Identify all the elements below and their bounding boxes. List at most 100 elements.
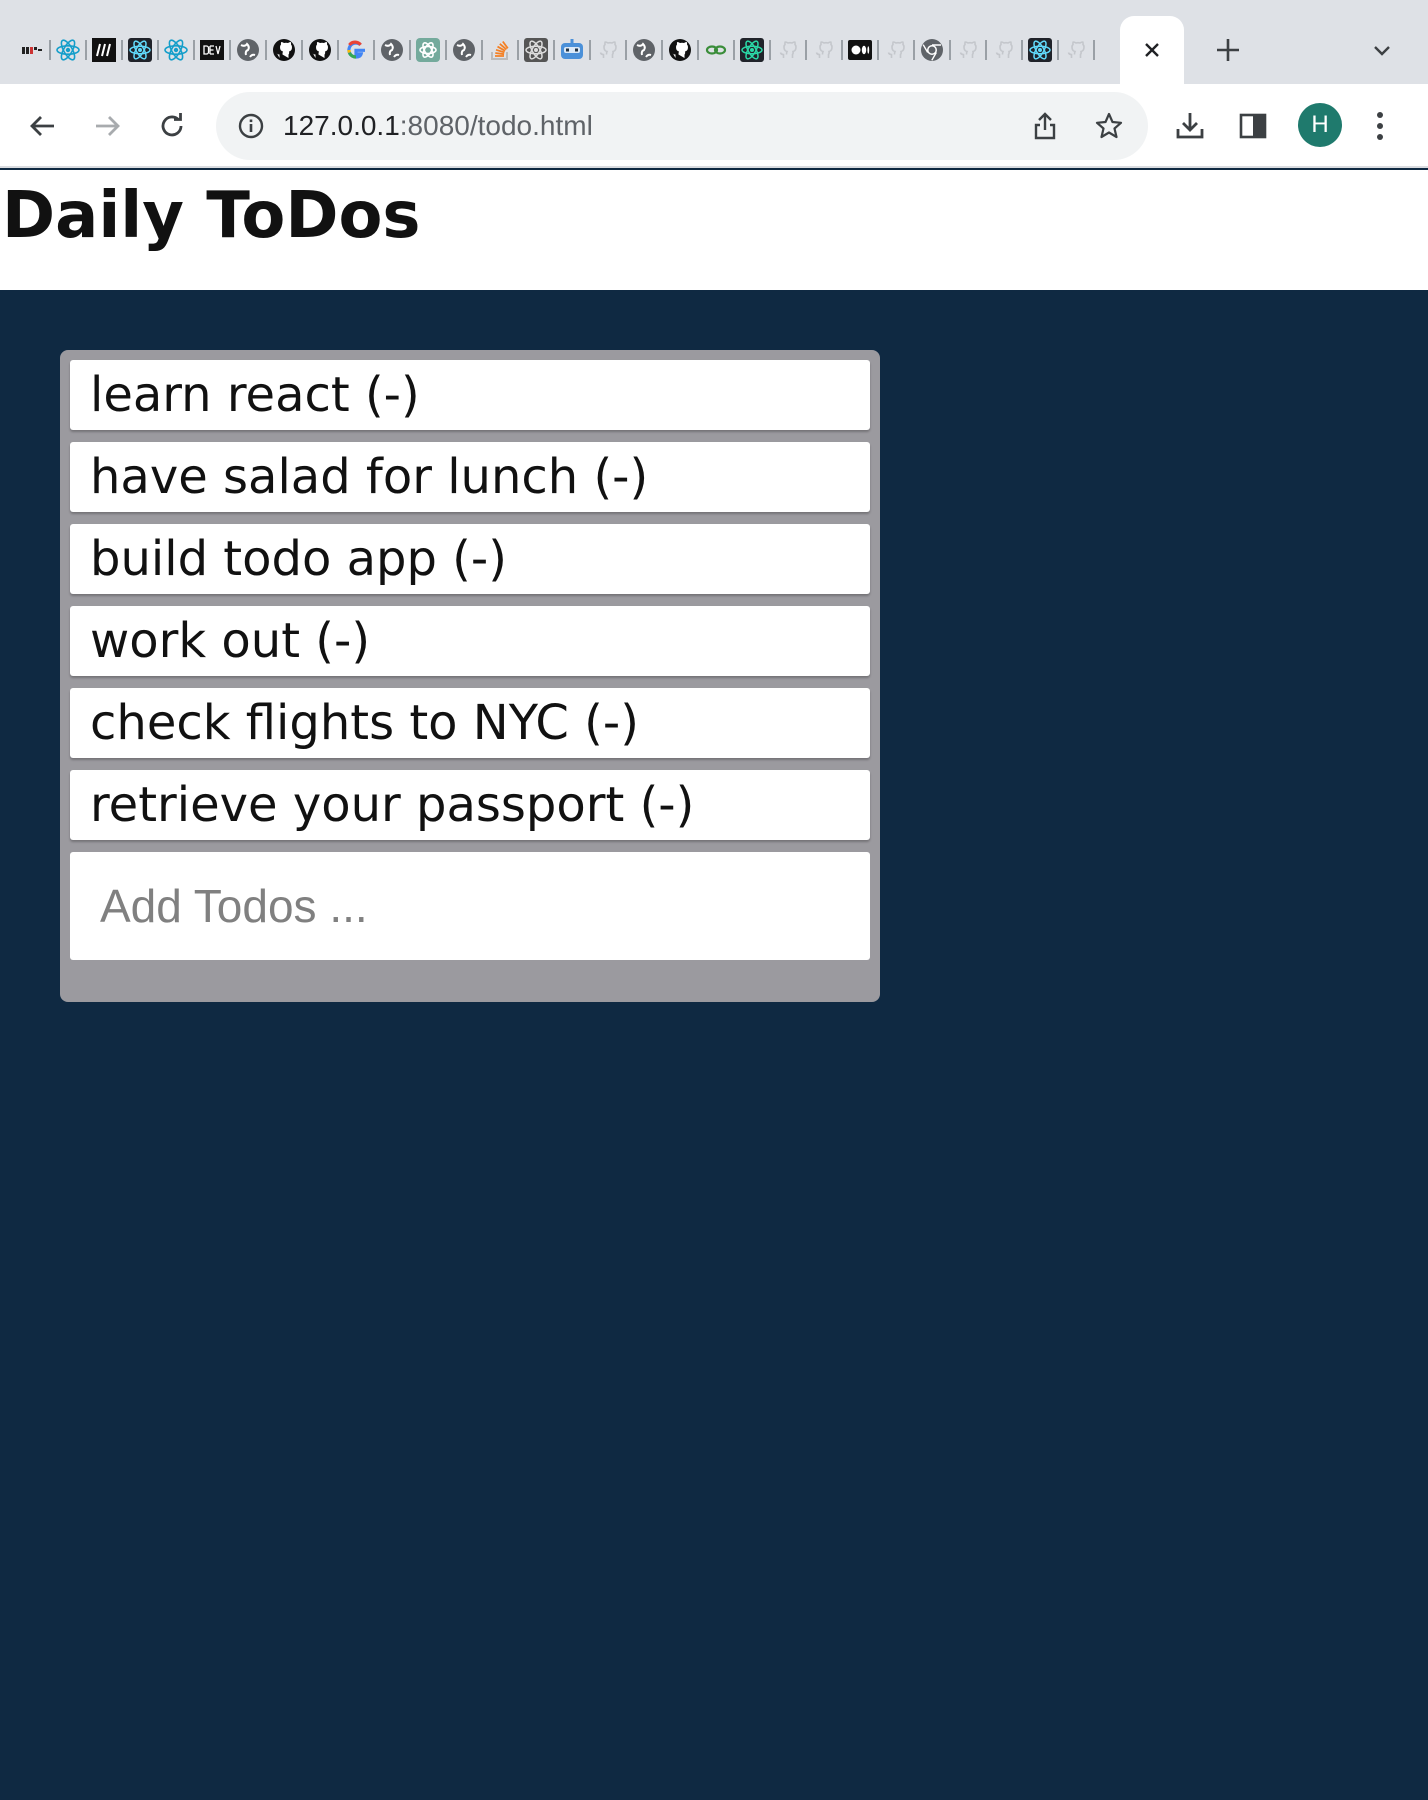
side-panel-button[interactable] [1232,105,1274,147]
tab-globe-2[interactable] [374,32,411,68]
github-icon [309,39,331,61]
todo-item[interactable]: build todo app (-) [70,524,870,594]
google-icon [347,40,365,59]
tab-dev[interactable] [194,32,231,68]
react-icon [740,38,764,62]
github-icon [959,41,977,58]
stackoverflow-icon [491,40,509,60]
chatgpt-icon [416,38,440,62]
tab-github-9[interactable] [986,32,1023,68]
github-icon [273,39,295,61]
tab-medium-1[interactable] [86,32,123,68]
tab-mit[interactable] [14,32,51,68]
forward-button[interactable] [86,105,128,147]
chevron-down-icon [1374,46,1390,56]
browser-toolbar: 127.0.0.1:8080/todo.html H [0,84,1428,168]
arrow-left-icon [30,116,54,136]
more-vertical-icon [1377,112,1383,140]
menu-button[interactable] [1359,105,1401,147]
react-icon [164,39,188,61]
profile-avatar[interactable]: H [1298,103,1342,147]
globe-icon [237,39,259,61]
url-host: 127.0.0.1 [283,110,400,141]
tab-github-1[interactable] [266,32,303,68]
url-path: :8080/todo.html [399,110,593,141]
tab-react-2[interactable] [122,32,159,68]
dev-icon [200,40,224,60]
todo-item[interactable]: retrieve your passport (-) [70,770,870,840]
tab-globe-4[interactable] [626,32,663,68]
tab-robot[interactable] [554,32,591,68]
downloads-button[interactable] [1169,105,1211,147]
chrome-icon [921,39,943,61]
tab-github-8[interactable] [950,32,987,68]
star-icon [1095,112,1123,139]
mit-icon [22,47,42,54]
back-button[interactable] [22,105,64,147]
todo-item[interactable]: learn react (-) [70,360,870,430]
todo-item[interactable]: have salad for lunch (-) [70,442,870,512]
tab-react-6[interactable] [1022,32,1059,68]
todo-list-card: learn react (-) have salad for lunch (-)… [60,350,880,1002]
robot-icon [561,39,583,59]
tab-google[interactable] [338,32,375,68]
tab-github-7[interactable] [878,32,915,68]
tab-close-button[interactable] [1137,35,1167,65]
tab-github-5[interactable] [770,32,807,68]
close-icon [1145,43,1159,57]
github-icon [815,41,833,58]
github-icon [669,39,691,61]
react-icon [56,39,80,61]
globe-icon [633,39,655,61]
tab-favicons [14,32,1095,68]
tab-chrome[interactable] [914,32,951,68]
tab-react-3[interactable] [158,32,195,68]
tab-link[interactable] [698,32,735,68]
arrow-right-icon [96,116,120,136]
share-button[interactable] [1028,109,1062,143]
globe-icon [453,39,475,61]
plus-icon [1217,39,1239,61]
side-panel-icon [1239,113,1267,139]
tab-chatgpt[interactable] [410,32,447,68]
reload-icon [161,113,183,137]
tab-globe-1[interactable] [230,32,267,68]
tab-github-3[interactable] [590,32,627,68]
tab-react-5[interactable] [734,32,771,68]
tab-react-4[interactable] [518,32,555,68]
github-icon [599,41,617,58]
bookmark-button[interactable] [1092,109,1126,143]
site-info-icon[interactable] [234,109,268,143]
tab-react-1[interactable] [50,32,87,68]
tab-globe-3[interactable] [446,32,483,68]
reload-button[interactable] [151,105,193,147]
link-icon [705,45,727,55]
globe-icon [381,39,403,61]
tab-github-4[interactable] [662,32,699,68]
tab-medium-2[interactable] [842,32,879,68]
github-icon [887,41,905,58]
github-icon [995,41,1013,58]
github-icon [1067,41,1085,58]
tab-github-6[interactable] [806,32,843,68]
page-title: Daily ToDos [2,179,421,253]
page-header: Daily ToDos [0,170,1428,290]
react-icon [128,38,152,62]
tab-github-2[interactable] [302,32,339,68]
share-icon [1034,112,1056,140]
react-icon [1028,38,1052,62]
tab-search-button[interactable] [1366,34,1398,66]
add-todo-input[interactable] [70,852,870,960]
todo-item[interactable]: work out (-) [70,606,870,676]
todo-item[interactable]: check flights to NYC (-) [70,688,870,758]
medium-icon [848,40,872,60]
active-tab[interactable] [1120,16,1184,84]
github-icon [779,41,797,58]
tab-github-10[interactable] [1058,32,1095,68]
tab-stackoverflow[interactable] [482,32,519,68]
address-bar[interactable]: 127.0.0.1:8080/todo.html [216,92,1148,160]
tab-strip [0,0,1428,84]
url-text[interactable]: 127.0.0.1:8080/todo.html [283,92,593,160]
medium-icon [92,38,116,62]
new-tab-button[interactable] [1212,34,1244,66]
